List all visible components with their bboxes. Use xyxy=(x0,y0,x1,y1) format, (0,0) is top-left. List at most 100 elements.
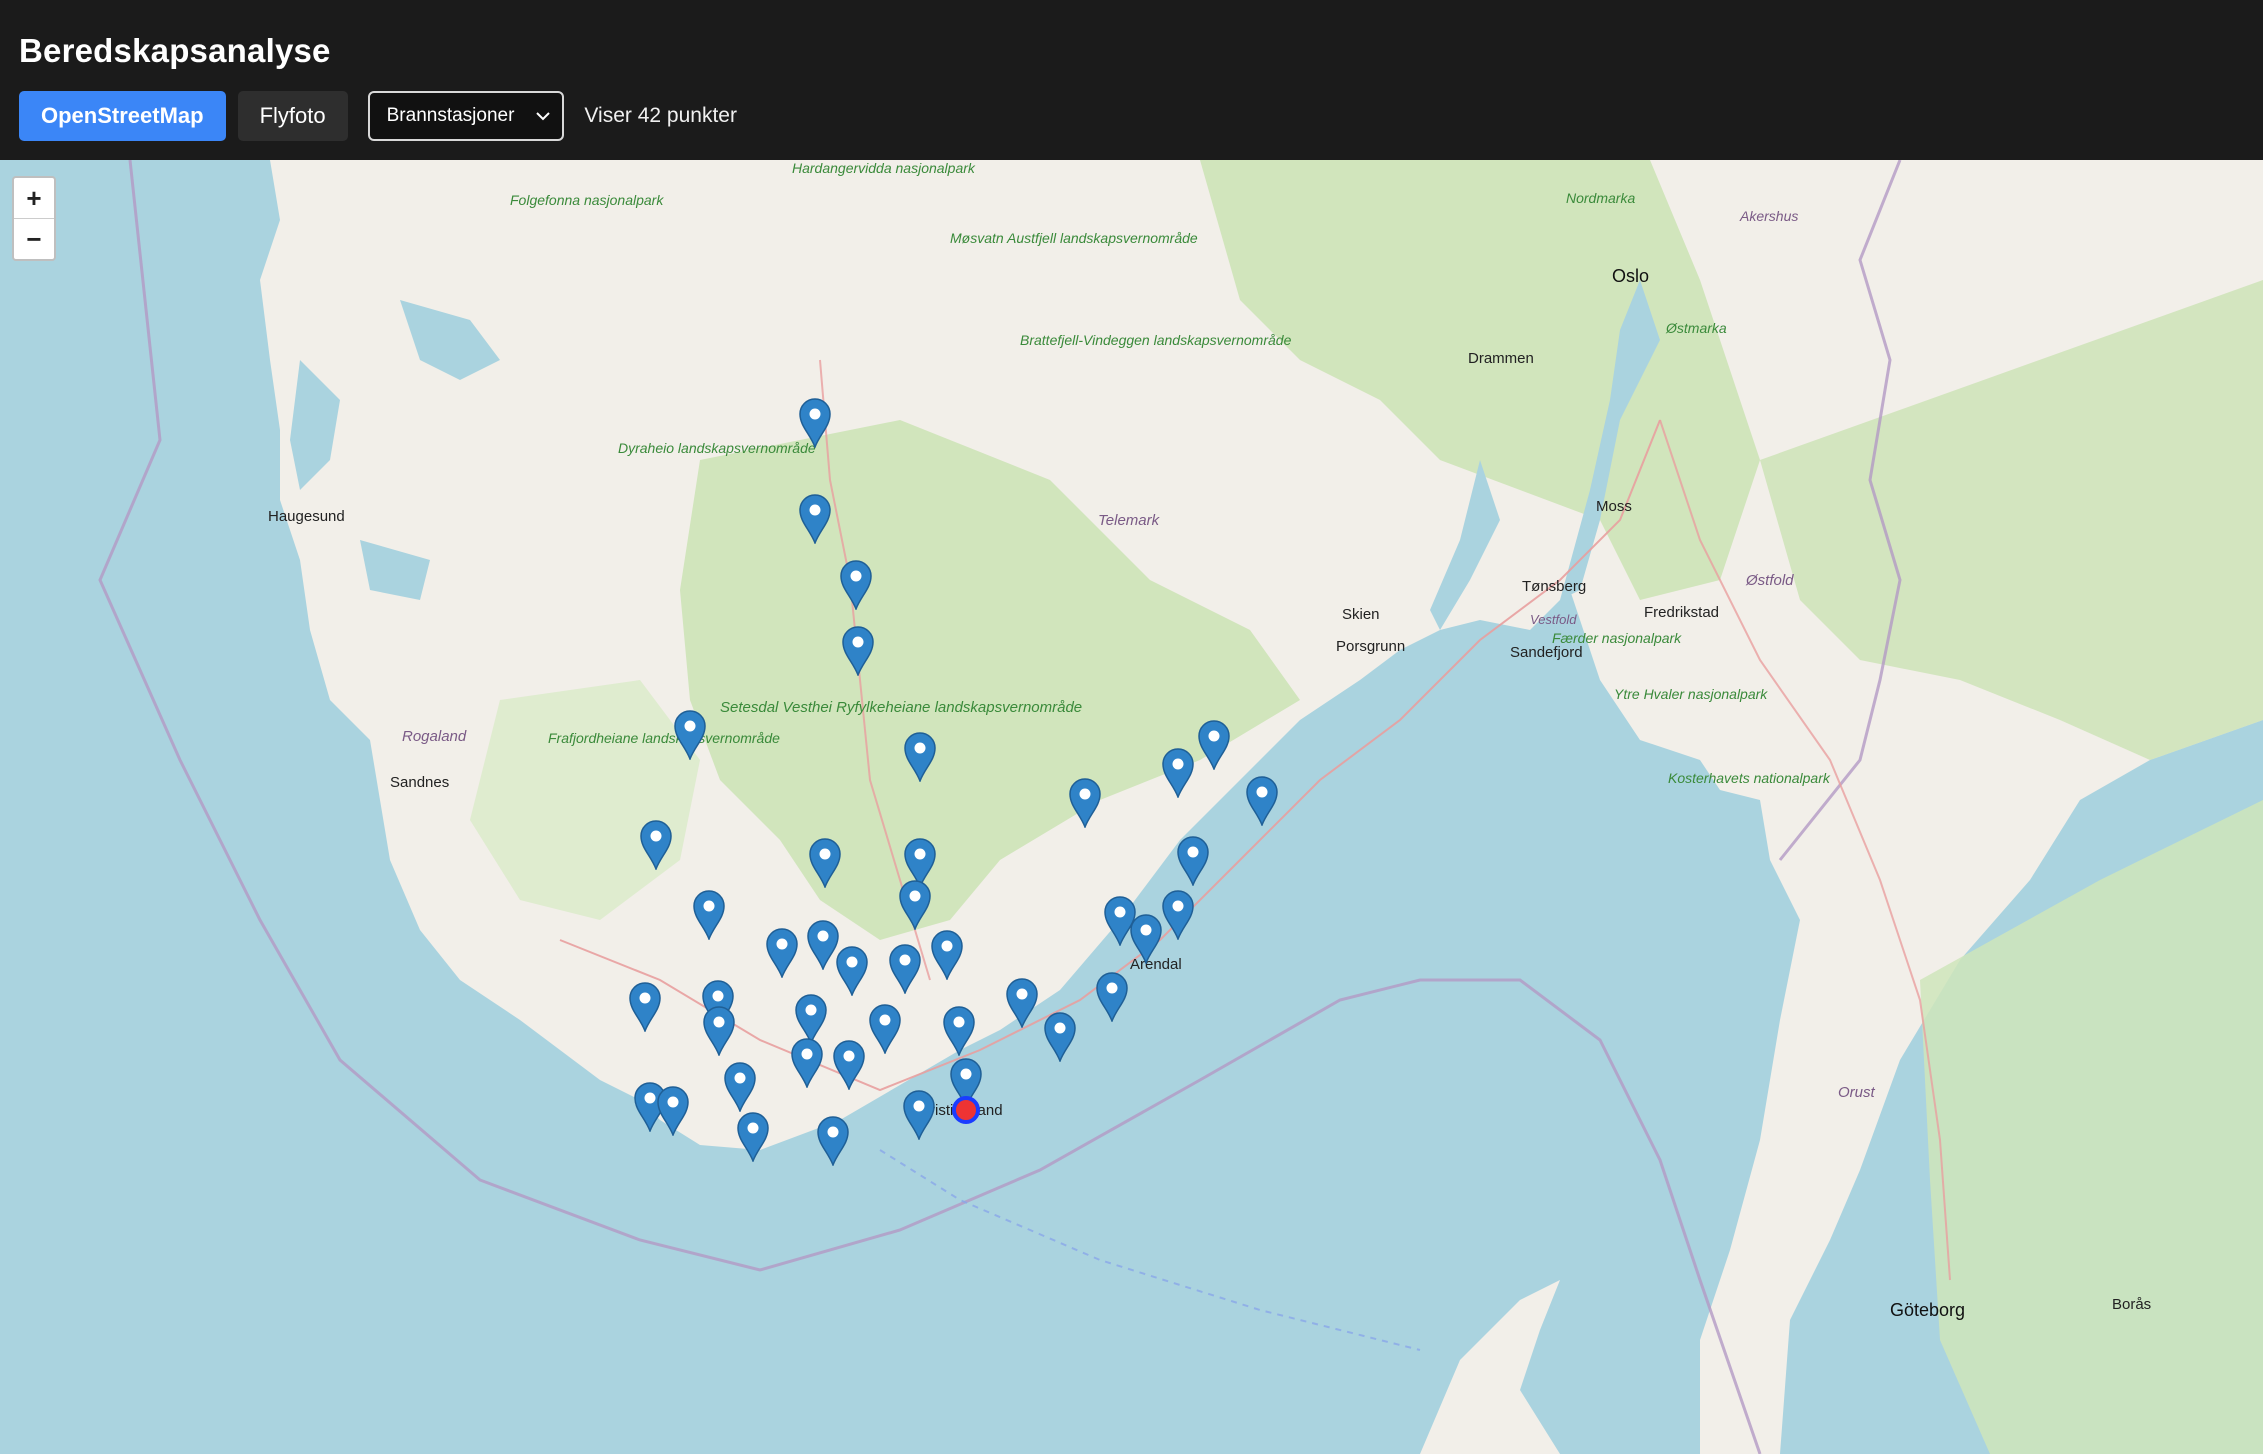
fire-station-marker[interactable] xyxy=(832,1040,866,1090)
zoom-out-button[interactable]: − xyxy=(14,218,54,259)
fire-station-marker[interactable] xyxy=(1129,914,1163,964)
fire-station-marker[interactable] xyxy=(1043,1012,1077,1062)
fire-station-marker[interactable] xyxy=(898,880,932,930)
toolbar: OpenStreetMap Flyfoto Brannstasjoner Vis… xyxy=(19,91,737,141)
map-label-dyraheio: Dyraheio landskapsvernområde xyxy=(618,440,816,456)
map-canvas[interactable]: Hardangervidda nasjonalpark Folgefonna n… xyxy=(0,160,2263,1454)
map-pin-icon xyxy=(1162,890,1194,940)
fire-station-marker[interactable] xyxy=(692,890,726,940)
map-pin-icon xyxy=(840,560,872,610)
fire-station-marker[interactable] xyxy=(723,1062,757,1112)
map-pin-icon xyxy=(693,890,725,940)
map-basemap xyxy=(0,160,2263,1454)
map-label-orust: Orust xyxy=(1838,1084,1875,1101)
map-pin-icon xyxy=(724,1062,756,1112)
fire-station-marker[interactable] xyxy=(930,930,964,980)
fire-station-marker[interactable] xyxy=(888,944,922,994)
map-label-nordmarka: Nordmarka xyxy=(1566,190,1636,206)
map-pin-icon xyxy=(1162,748,1194,798)
chevron-down-icon xyxy=(536,112,551,121)
fire-station-marker[interactable] xyxy=(736,1112,770,1162)
fire-station-marker[interactable] xyxy=(808,838,842,888)
fire-station-marker[interactable] xyxy=(903,732,937,782)
fire-station-marker[interactable] xyxy=(1176,836,1210,886)
map-pin-icon xyxy=(817,1116,849,1166)
fire-station-marker[interactable] xyxy=(790,1038,824,1088)
selected-location-marker[interactable] xyxy=(951,1095,981,1125)
map-label-fredrikstad: Fredrikstad xyxy=(1644,604,1720,621)
fire-station-marker[interactable] xyxy=(868,1004,902,1054)
fire-station-marker[interactable] xyxy=(841,626,875,676)
fire-station-marker[interactable] xyxy=(798,494,832,544)
map-pin-icon xyxy=(795,994,827,1044)
fire-station-marker[interactable] xyxy=(1161,890,1195,940)
map-pin-icon xyxy=(1069,778,1101,828)
map-pin-icon xyxy=(842,626,874,676)
map-label-faerder: Færder nasjonalpark xyxy=(1552,630,1682,646)
fire-station-marker[interactable] xyxy=(1068,778,1102,828)
zoom-control: + − xyxy=(12,176,56,261)
fire-station-marker[interactable] xyxy=(1197,720,1231,770)
map-label-hardangervidda: Hardangervidda nasjonalpark xyxy=(792,160,975,176)
map-label-mosvatn: Møsvatn Austfjell landskapsvernområde xyxy=(950,230,1198,246)
map-label-vestfold: Vestfold xyxy=(1530,612,1577,627)
map-pin-icon xyxy=(629,982,661,1032)
fire-station-marker[interactable] xyxy=(702,1006,736,1056)
map-pin-icon xyxy=(791,1038,823,1088)
map-pin-icon xyxy=(766,928,798,978)
map-label-boras: Borås xyxy=(2112,1296,2152,1313)
map-label-akershus: Akershus xyxy=(1740,208,1799,224)
map-pin-icon xyxy=(836,946,868,996)
openstreetmap-button[interactable]: OpenStreetMap xyxy=(19,91,226,141)
fire-station-marker[interactable] xyxy=(628,982,662,1032)
map-pin-icon xyxy=(889,944,921,994)
map-pin-icon xyxy=(1246,776,1278,826)
map-label-kosterhavets: Kosterhavets nationalpark xyxy=(1668,770,1830,786)
fire-station-marker[interactable] xyxy=(1161,748,1195,798)
fire-station-marker[interactable] xyxy=(794,994,828,1044)
aerial-photo-button[interactable]: Flyfoto xyxy=(237,91,348,141)
map-label-folgefonna: Folgefonna nasjonalpark xyxy=(510,192,664,208)
map-label-tonsberg: Tønsberg xyxy=(1522,578,1587,595)
map-label-ostfold: Østfold xyxy=(1746,572,1794,589)
zoom-in-button[interactable]: + xyxy=(14,178,54,218)
fire-station-marker[interactable] xyxy=(839,560,873,610)
map-pin-icon xyxy=(904,732,936,782)
fire-station-marker[interactable] xyxy=(1245,776,1279,826)
fire-station-marker[interactable] xyxy=(942,1006,976,1056)
map-label-brattefjell: Brattefjell-Vindeggen landskapsvernområd… xyxy=(1020,332,1292,348)
map-pin-icon xyxy=(1006,978,1038,1028)
map-pin-icon xyxy=(1177,836,1209,886)
map-pin-icon xyxy=(799,494,831,544)
map-pin-icon xyxy=(1198,720,1230,770)
fire-station-marker[interactable] xyxy=(765,928,799,978)
map-label-drammen: Drammen xyxy=(1468,350,1534,367)
map-pin-icon xyxy=(799,398,831,448)
map-label-porsgrunn: Porsgrunn xyxy=(1336,638,1406,655)
map-pin-icon xyxy=(674,710,706,760)
fire-station-marker[interactable] xyxy=(816,1116,850,1166)
layer-select-value: Brannstasjoner xyxy=(386,105,515,126)
fire-station-marker[interactable] xyxy=(902,1090,936,1140)
map-label-moss: Moss xyxy=(1596,498,1632,515)
map-pin-icon xyxy=(899,880,931,930)
map-label-ytre-hvaler: Ytre Hvaler nasjonalpark xyxy=(1614,686,1768,702)
map-pin-icon xyxy=(943,1006,975,1056)
top-bar: Beredskapsanalyse OpenStreetMap Flyfoto … xyxy=(0,0,2263,160)
fire-station-marker[interactable] xyxy=(673,710,707,760)
fire-station-marker[interactable] xyxy=(1095,972,1129,1022)
map-pin-icon xyxy=(1096,972,1128,1022)
fire-station-marker[interactable] xyxy=(1005,978,1039,1028)
fire-station-marker[interactable] xyxy=(656,1086,690,1136)
map-label-haugesund: Haugesund xyxy=(268,508,345,525)
map-pin-icon xyxy=(869,1004,901,1054)
layer-select[interactable]: Brannstasjoner xyxy=(367,91,565,141)
map-label-ostmarka: Østmarka xyxy=(1666,320,1727,336)
map-label-skien: Skien xyxy=(1342,606,1380,623)
app-title: Beredskapsanalyse xyxy=(19,32,331,69)
map-pin-icon xyxy=(640,820,672,870)
map-label-setesdal: Setesdal Vesthei Ryfylkeheiane landskaps… xyxy=(720,700,1082,716)
fire-station-marker[interactable] xyxy=(639,820,673,870)
fire-station-marker[interactable] xyxy=(798,398,832,448)
fire-station-marker[interactable] xyxy=(835,946,869,996)
